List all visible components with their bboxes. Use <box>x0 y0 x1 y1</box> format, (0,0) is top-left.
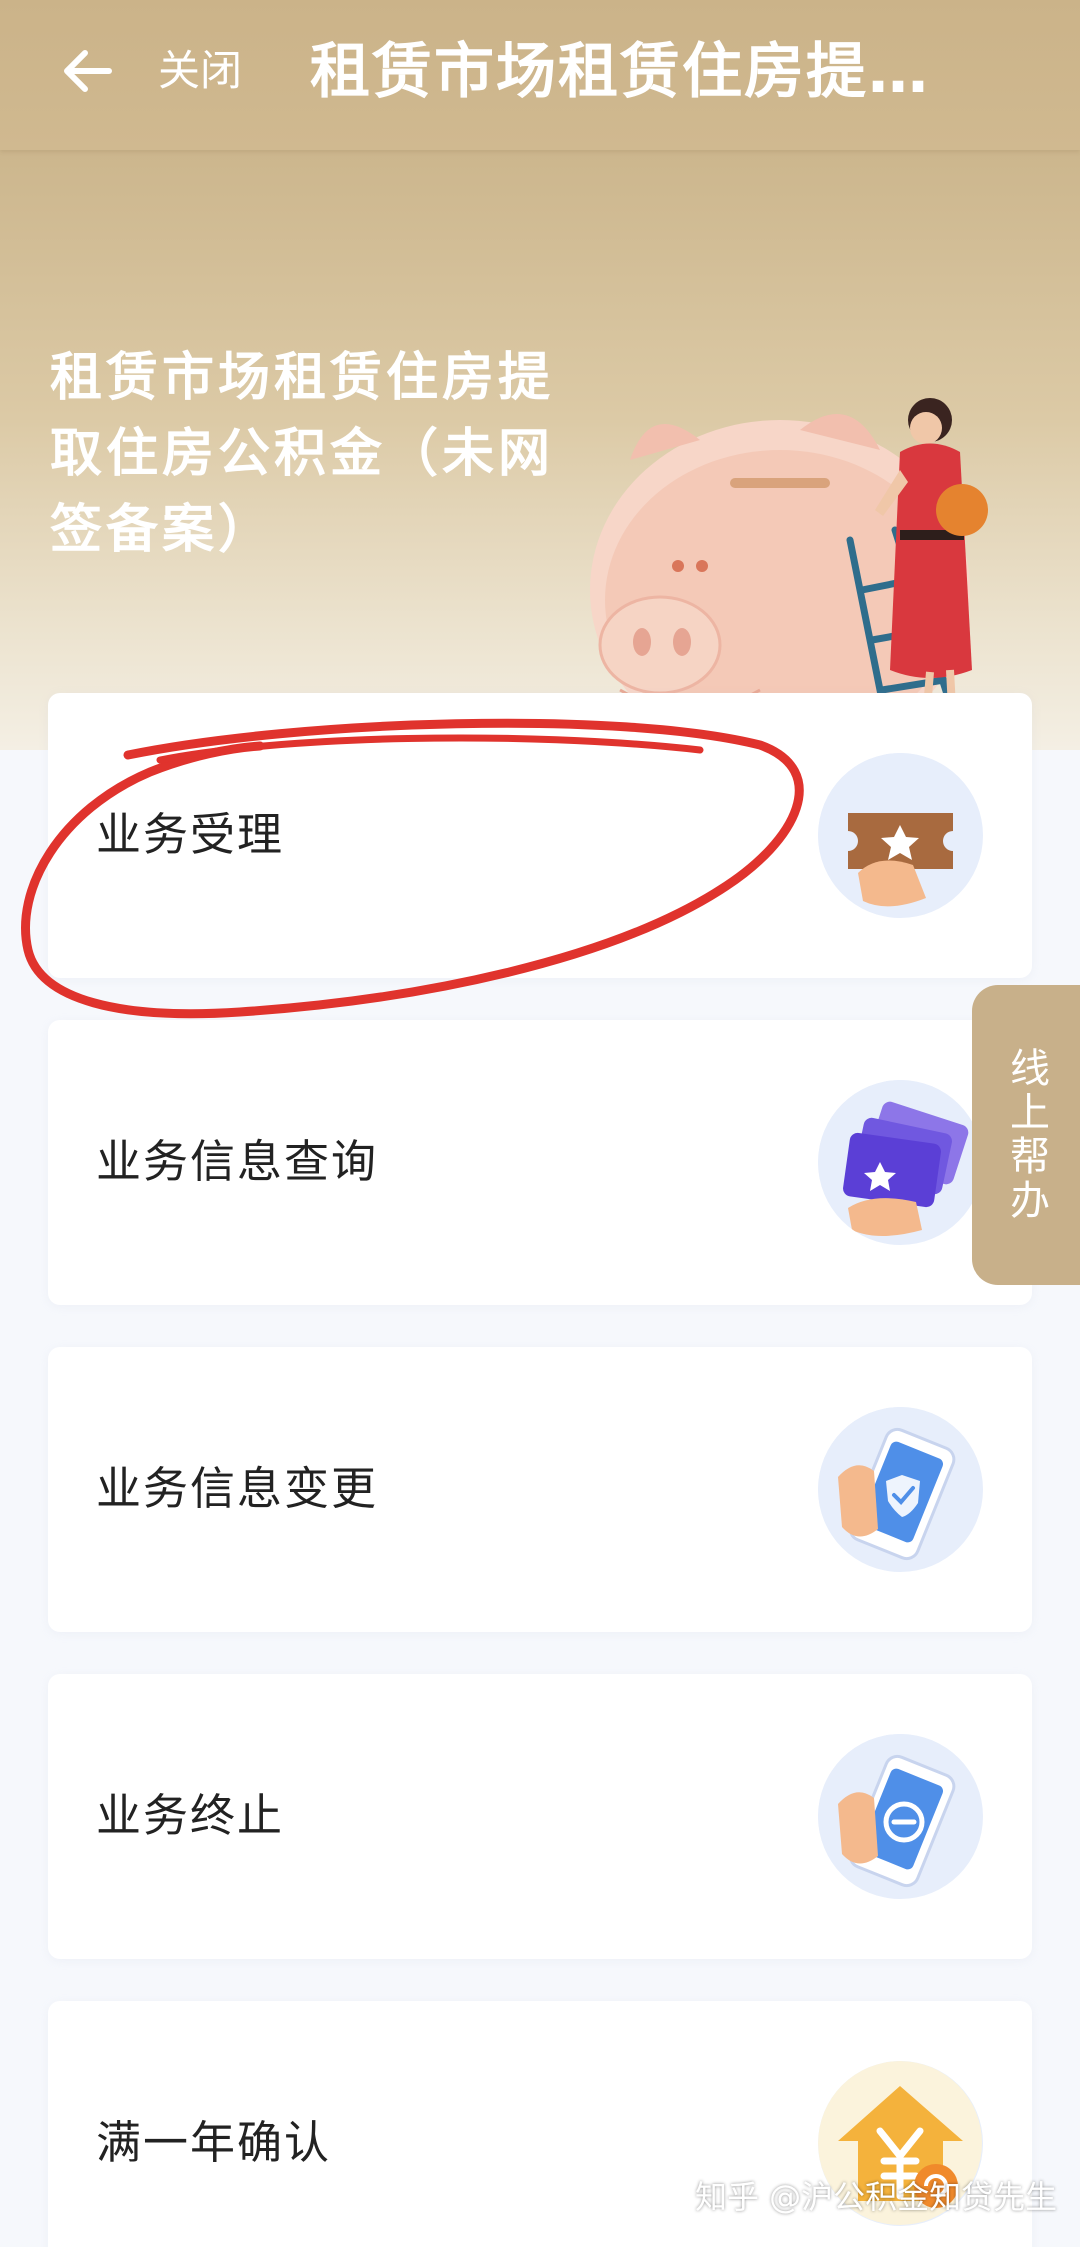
menu-item-label: 业务信息变更 <box>96 1462 379 1515</box>
close-button[interactable]: 关闭 <box>158 40 242 102</box>
menu-item-business-termination[interactable]: 业务终止 <box>48 1674 1032 1959</box>
menu-item-label: 业务终止 <box>96 1789 285 1842</box>
top-navbar: 关闭 租赁市场租赁住房提… <box>0 0 1080 150</box>
page-title: 租赁市场租赁住房提… <box>310 37 930 107</box>
menu-item-business-info-change[interactable]: 业务信息变更 <box>48 1347 1032 1632</box>
arrow-left-icon <box>64 50 112 92</box>
watermark-text: 知乎 @沪公积金知贷先生 <box>695 2178 1058 2216</box>
red-circle-annotation <box>21 718 804 1019</box>
online-help-label: 线上帮办 <box>1003 1047 1049 1223</box>
menu-item-business-info-query[interactable]: 业务信息查询 <box>48 1020 1032 1305</box>
cards-star-icon <box>818 1080 983 1245</box>
menu-item-label: 业务信息查询 <box>96 1135 379 1188</box>
phone-stop-icon <box>818 1734 983 1899</box>
back-button[interactable] <box>52 36 122 106</box>
phone-shield-check-icon <box>818 1407 983 1572</box>
menu-item-label: 满一年确认 <box>96 2116 332 2169</box>
hero-title: 租赁市场租赁住房提取住房公积金（未网签备案） <box>50 348 555 560</box>
ticket-star-icon <box>818 753 983 918</box>
online-help-tab[interactable]: 线上帮办 <box>972 985 1080 1285</box>
hero-banner: 租赁市场租赁住房提取住房公积金（未网签备案） <box>0 150 1080 750</box>
